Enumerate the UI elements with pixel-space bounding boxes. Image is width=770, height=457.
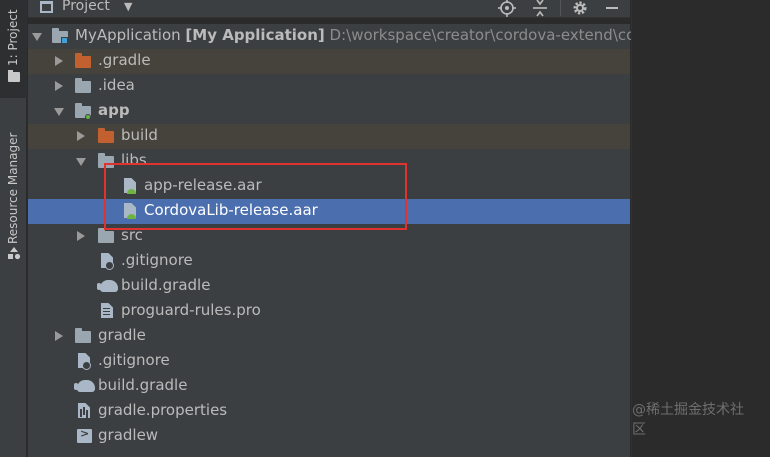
tree-row-label: .gitignore	[98, 351, 170, 369]
root-path: D:\workspace\creator\cordova-extend\cor	[329, 26, 642, 44]
tree-row-label: gradle	[98, 326, 146, 344]
collapse-all-icon[interactable]	[531, 0, 549, 17]
module-badge-icon	[85, 114, 91, 120]
project-view-icon	[40, 1, 53, 13]
gitignore-file-icon	[99, 253, 117, 271]
resource-manager-icon	[8, 247, 21, 260]
tree-row-app-build-gradle[interactable]: build.gradle	[28, 274, 630, 299]
tree-row-root[interactable]: MyApplication [My Application] D:\worksp…	[28, 24, 641, 49]
hide-icon[interactable]	[603, 0, 621, 17]
collapsed-arrow-icon[interactable]	[55, 331, 63, 341]
tree-row-root-gitignore[interactable]: .gitignore	[28, 349, 630, 374]
tree-row-label: gradle.properties	[98, 401, 228, 419]
chevron-down-icon[interactable]: ▼	[124, 0, 132, 13]
module-folder-icon	[75, 103, 91, 120]
header-divider	[560, 0, 561, 16]
highlight-annotation-box	[104, 163, 407, 230]
root-module: [My Application]	[185, 26, 325, 44]
gradle-elephant-icon	[74, 380, 95, 392]
tree-row-label: app	[98, 101, 130, 119]
excluded-folder-icon	[75, 53, 91, 68]
project-view-title[interactable]: Project	[62, 0, 110, 14]
tree-row-gradle-properties[interactable]: gradle.properties	[28, 399, 630, 424]
tree-row-label: build.gradle	[98, 376, 188, 394]
collapsed-arrow-icon[interactable]	[77, 231, 85, 241]
tree-row-label: build.gradle	[121, 276, 211, 294]
tree-root-label: MyApplication [My Application] D:\worksp…	[75, 26, 641, 44]
collapsed-arrow-icon[interactable]	[55, 81, 63, 91]
tree-row-label: proguard-rules.pro	[121, 301, 261, 319]
project-panel-header: Project ▼	[28, 0, 630, 18]
tree-row-label: .gradle	[98, 51, 151, 69]
tree-row-proguard-rules[interactable]: proguard-rules.pro	[28, 299, 630, 324]
gradle-elephant-icon	[97, 280, 118, 292]
tree-row-root-build-gradle[interactable]: build.gradle	[28, 374, 630, 399]
text-file-icon	[99, 303, 117, 321]
tree-row-label: .gitignore	[121, 251, 193, 269]
tool-window-strip: 1: Project Resource Manager	[0, 0, 27, 457]
editor-area: @稀土掘金技术社区	[631, 0, 770, 457]
tree-row-idea[interactable]: .idea	[28, 74, 630, 99]
project-tool-tab-label: 1: Project	[6, 9, 20, 66]
tree-row-gradle-cache[interactable]: .gradle	[28, 49, 630, 74]
folder-icon	[98, 228, 114, 243]
locate-icon[interactable]	[498, 0, 516, 17]
project-tree: MyApplication [My Application] D:\worksp…	[28, 24, 641, 457]
project-folder-icon	[52, 28, 68, 44]
resource-manager-tab-label: Resource Manager	[6, 132, 20, 244]
tree-row-label: .idea	[98, 76, 135, 94]
tree-row-gradle[interactable]: gradle	[28, 324, 630, 349]
terminal-script-icon	[77, 427, 92, 443]
tree-row-gradlew[interactable]: gradlew	[28, 424, 630, 449]
collapsed-arrow-icon[interactable]	[77, 131, 85, 141]
expand-arrow-icon[interactable]	[76, 158, 86, 166]
folder-icon	[75, 328, 91, 343]
expand-arrow-icon[interactable]	[32, 33, 42, 41]
project-tool-tab[interactable]: 1: Project	[0, 0, 27, 98]
project-badge-icon	[61, 37, 68, 44]
excluded-folder-icon	[98, 128, 114, 143]
tree-row-label: build	[121, 126, 158, 144]
folder-icon	[8, 70, 20, 82]
expand-arrow-icon[interactable]	[54, 108, 64, 116]
gitignore-file-icon	[76, 353, 94, 371]
tree-row-label: gradlew	[98, 426, 159, 444]
collapsed-arrow-icon[interactable]	[55, 56, 63, 66]
folder-icon	[75, 78, 91, 93]
watermark: @稀土掘金技术社区	[632, 402, 744, 438]
properties-file-icon	[76, 403, 94, 421]
settings-gear-icon[interactable]	[571, 0, 589, 17]
root-name: MyApplication	[75, 26, 181, 44]
tree-row-app-gitignore[interactable]: .gitignore	[28, 249, 630, 274]
tree-row-build[interactable]: build	[28, 124, 630, 149]
tree-row-app[interactable]: app	[28, 99, 630, 124]
